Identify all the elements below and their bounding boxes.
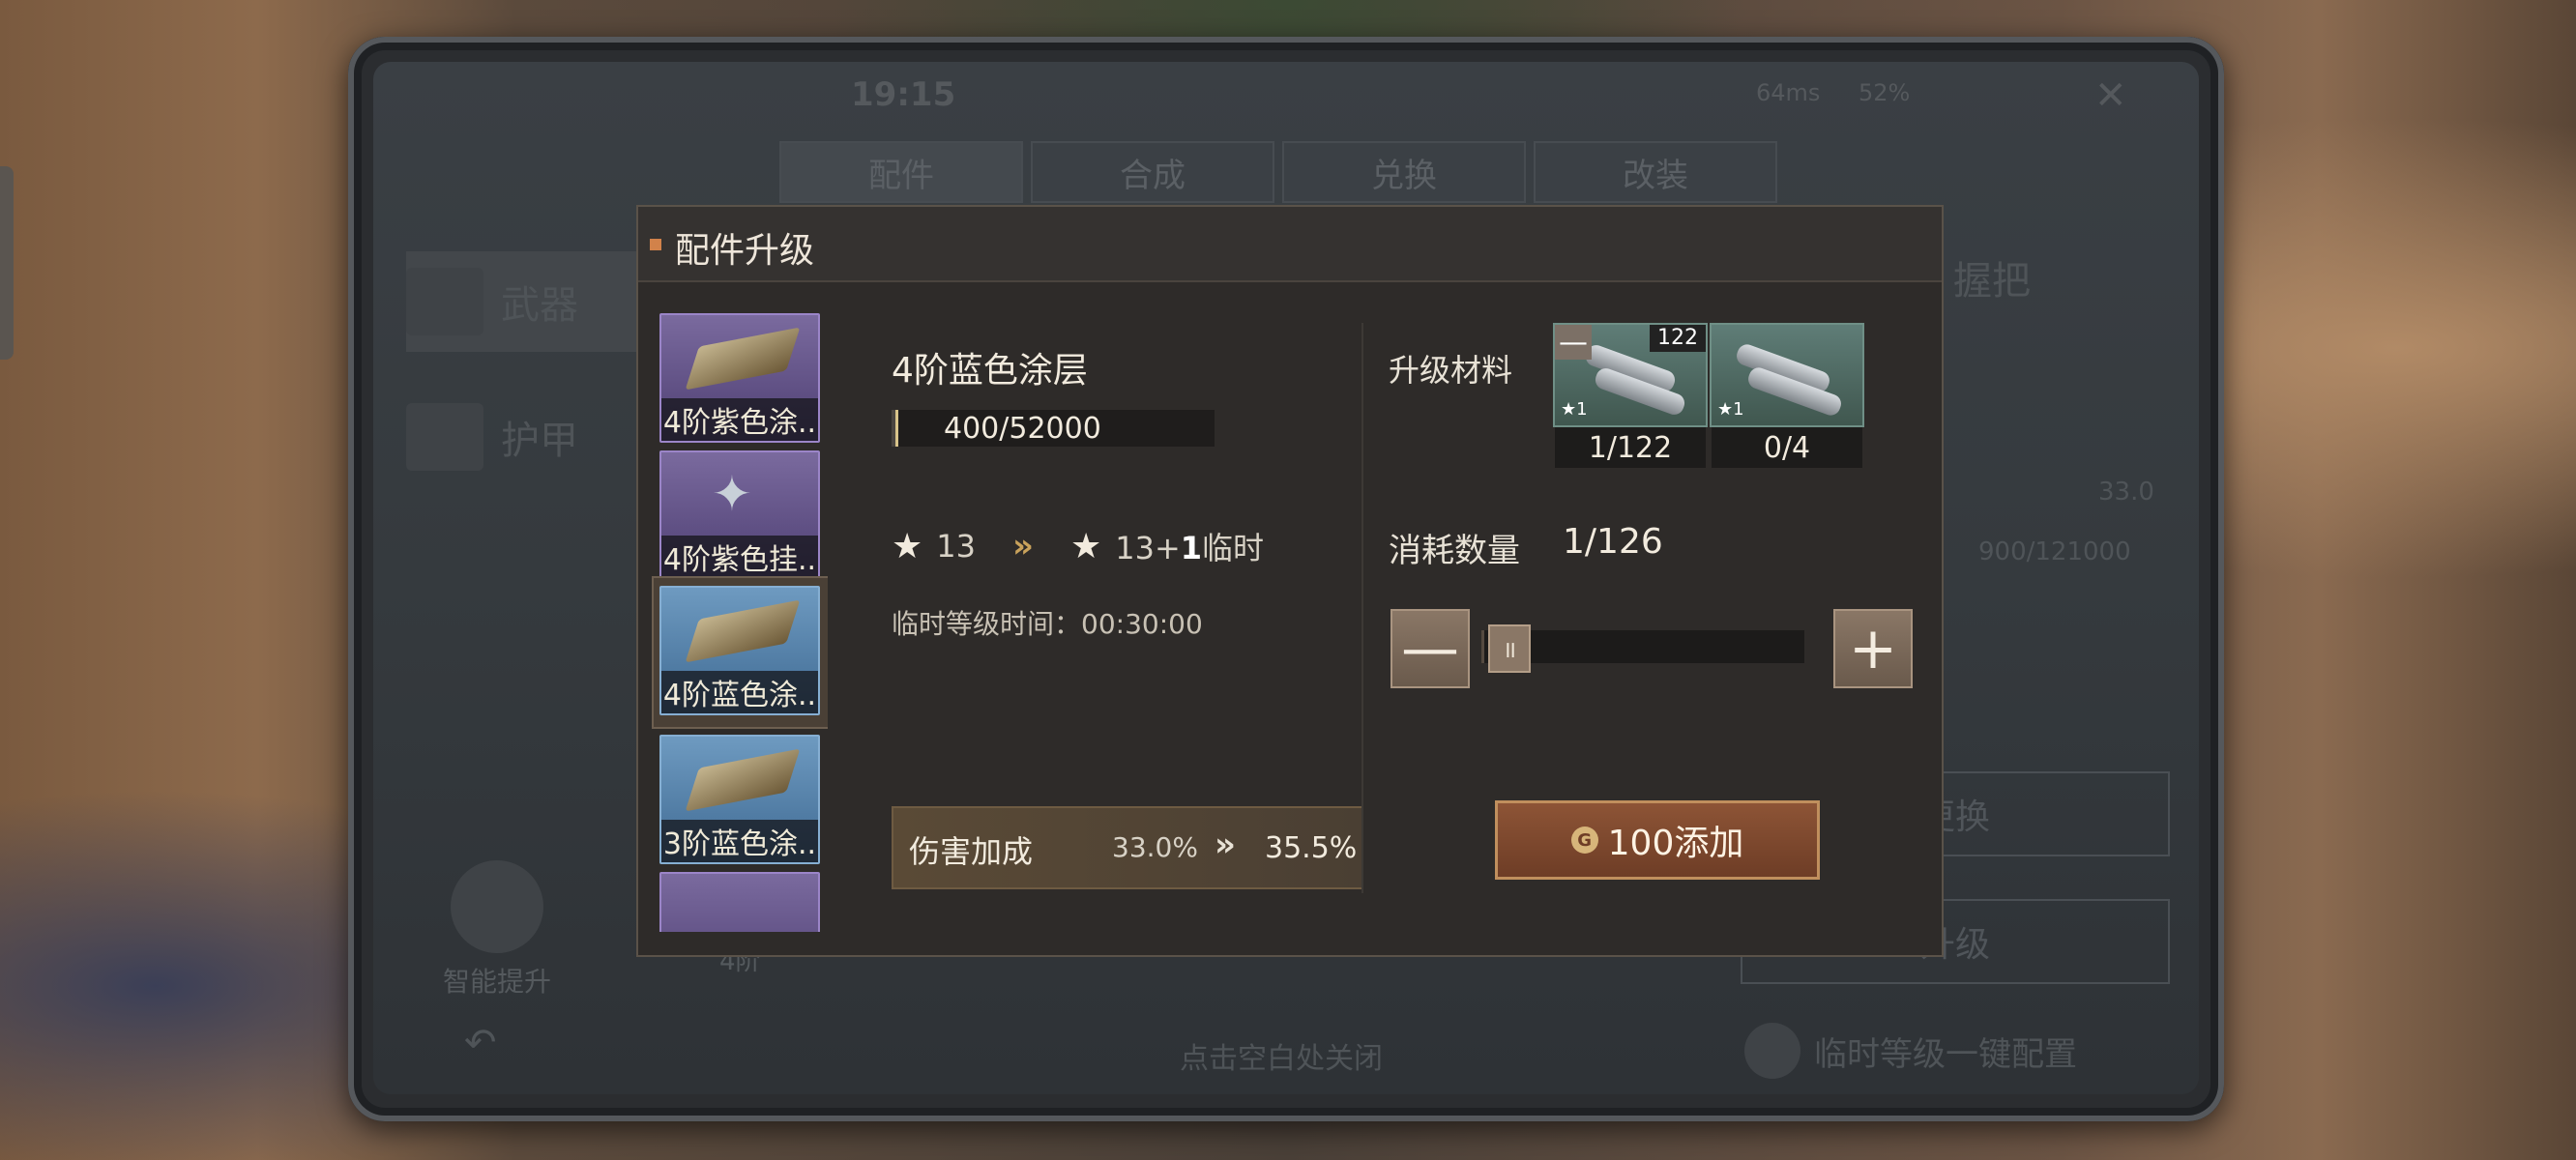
stat-progress: 900/121000 bbox=[1978, 537, 2131, 566]
smart-upgrade-button[interactable]: 智能提升 bbox=[429, 860, 565, 1000]
list-item[interactable] bbox=[659, 872, 820, 932]
modal-header: 配件升级 bbox=[638, 207, 1942, 282]
increase-button[interactable]: + bbox=[1833, 609, 1913, 688]
sidebar-item-armor[interactable]: 护甲 bbox=[406, 387, 667, 487]
level-suffix: 临时 bbox=[1202, 530, 1265, 566]
temp-level-time: 临时等级时间：00:30:00 bbox=[892, 608, 1203, 640]
list-item-label: 4阶紫色涂.. bbox=[661, 398, 818, 441]
slider-fill bbox=[1481, 630, 1484, 663]
level-row: ★ 13 » ★ 13+1临时 bbox=[892, 524, 1264, 568]
tab-accessories[interactable]: 配件 bbox=[779, 141, 1023, 203]
list-item-label: 3阶蓝色涂.. bbox=[661, 820, 818, 862]
temp-level-config-button[interactable]: 临时等级一键配置 bbox=[1744, 1023, 2077, 1079]
config-label: 临时等级一键配置 bbox=[1814, 1034, 2077, 1074]
arrow-icon: » bbox=[1012, 527, 1034, 566]
arrow-icon: » bbox=[1215, 826, 1236, 864]
coating-icon bbox=[685, 748, 801, 812]
back-icon[interactable]: ↶ bbox=[464, 1021, 497, 1065]
material-count: 0/4 bbox=[1712, 427, 1862, 468]
list-item[interactable]: ✦ 4阶紫色挂.. bbox=[659, 450, 820, 580]
list-item-selected[interactable]: 4阶蓝色涂.. bbox=[659, 586, 820, 715]
coin-icon: G bbox=[1570, 826, 1598, 854]
next-level: 13+ bbox=[1115, 530, 1181, 566]
sidebar-item-label: 武器 bbox=[501, 283, 578, 328]
level-bonus: 1 bbox=[1180, 530, 1203, 566]
materials-label: 升级材料 bbox=[1389, 352, 1513, 389]
material-star: ★1 bbox=[1717, 399, 1744, 420]
sidebar-item-label: 护甲 bbox=[501, 419, 578, 463]
bulb-icon bbox=[451, 860, 543, 953]
status-time: 19:15 bbox=[851, 75, 956, 114]
tab-modify[interactable]: 改装 bbox=[1534, 141, 1777, 203]
modal-title: 配件升级 bbox=[675, 231, 815, 271]
exp-bar-fill bbox=[895, 410, 898, 447]
damage-bonus-row: 伤害加成 33.0% » 35.5% bbox=[892, 806, 1363, 889]
consume-label: 消耗数量 bbox=[1389, 532, 1520, 570]
damage-to: 35.5% bbox=[1265, 831, 1358, 865]
coating-icon bbox=[685, 599, 801, 663]
top-tabs: 配件 合成 兑换 改装 bbox=[779, 141, 1777, 203]
exp-text: 400/52000 bbox=[944, 412, 1101, 446]
damage-label: 伤害加成 bbox=[909, 833, 1034, 870]
config-icon bbox=[1744, 1023, 1800, 1079]
divider bbox=[1361, 323, 1363, 893]
item-name: 4阶蓝色涂层 bbox=[892, 351, 1088, 391]
tab-synthesis[interactable]: 合成 bbox=[1031, 141, 1274, 203]
list-item-label: 4阶紫色挂.. bbox=[661, 536, 818, 578]
material-slot[interactable]: — 122 ★1 1/122 bbox=[1553, 323, 1708, 468]
tab-exchange[interactable]: 兑换 bbox=[1282, 141, 1526, 203]
smart-upgrade-label: 智能提升 bbox=[442, 966, 551, 998]
list-item-label: 4阶蓝色涂.. bbox=[661, 671, 818, 713]
list-item[interactable]: 4阶紫色涂.. bbox=[659, 313, 820, 443]
slider-handle[interactable]: ॥ bbox=[1488, 624, 1531, 673]
stat-value: 33.0 bbox=[2098, 478, 2154, 507]
star-icon: ★ bbox=[892, 526, 923, 566]
material-count: 1/122 bbox=[1555, 427, 1706, 468]
add-button[interactable]: G 100添加 bbox=[1495, 800, 1820, 880]
attachment-icon: ✦ bbox=[712, 466, 752, 522]
star-icon: ★ bbox=[1069, 526, 1102, 566]
coating-icon bbox=[685, 327, 801, 391]
current-level: 13 bbox=[936, 528, 976, 565]
material-slot[interactable]: ★1 0/4 bbox=[1710, 323, 1864, 468]
decrease-button[interactable]: — bbox=[1390, 609, 1470, 688]
add-button-label: 100添加 bbox=[1607, 824, 1744, 863]
material-stock: 122 bbox=[1650, 325, 1706, 352]
list-item[interactable]: 3阶蓝色涂.. bbox=[659, 735, 820, 864]
vest-icon bbox=[406, 403, 483, 471]
status-ping: 64ms bbox=[1756, 79, 1821, 106]
status-battery: 52% bbox=[1859, 79, 1911, 106]
close-hint: 点击空白处关闭 bbox=[1180, 1042, 1383, 1076]
gun-icon bbox=[406, 268, 483, 335]
consume-value: 1/126 bbox=[1563, 522, 1663, 562]
sidebar-item-weapons[interactable]: 武器 bbox=[406, 251, 667, 352]
close-icon[interactable]: ✕ bbox=[2094, 73, 2127, 118]
material-star: ★1 bbox=[1561, 399, 1588, 420]
upgrade-modal: 配件升级 4阶紫色涂.. ✦ 4阶紫色挂.. 4阶蓝色涂.. 3阶蓝色涂.. 4… bbox=[636, 205, 1944, 957]
damage-from: 33.0% bbox=[1112, 831, 1198, 863]
grip-label: 握把 bbox=[1953, 259, 2031, 304]
side-handle bbox=[0, 166, 14, 360]
remove-material-button[interactable]: — bbox=[1555, 325, 1592, 360]
title-marker bbox=[650, 239, 661, 250]
accessory-list[interactable]: 4阶紫色涂.. ✦ 4阶紫色挂.. 4阶蓝色涂.. 3阶蓝色涂.. bbox=[652, 313, 828, 932]
